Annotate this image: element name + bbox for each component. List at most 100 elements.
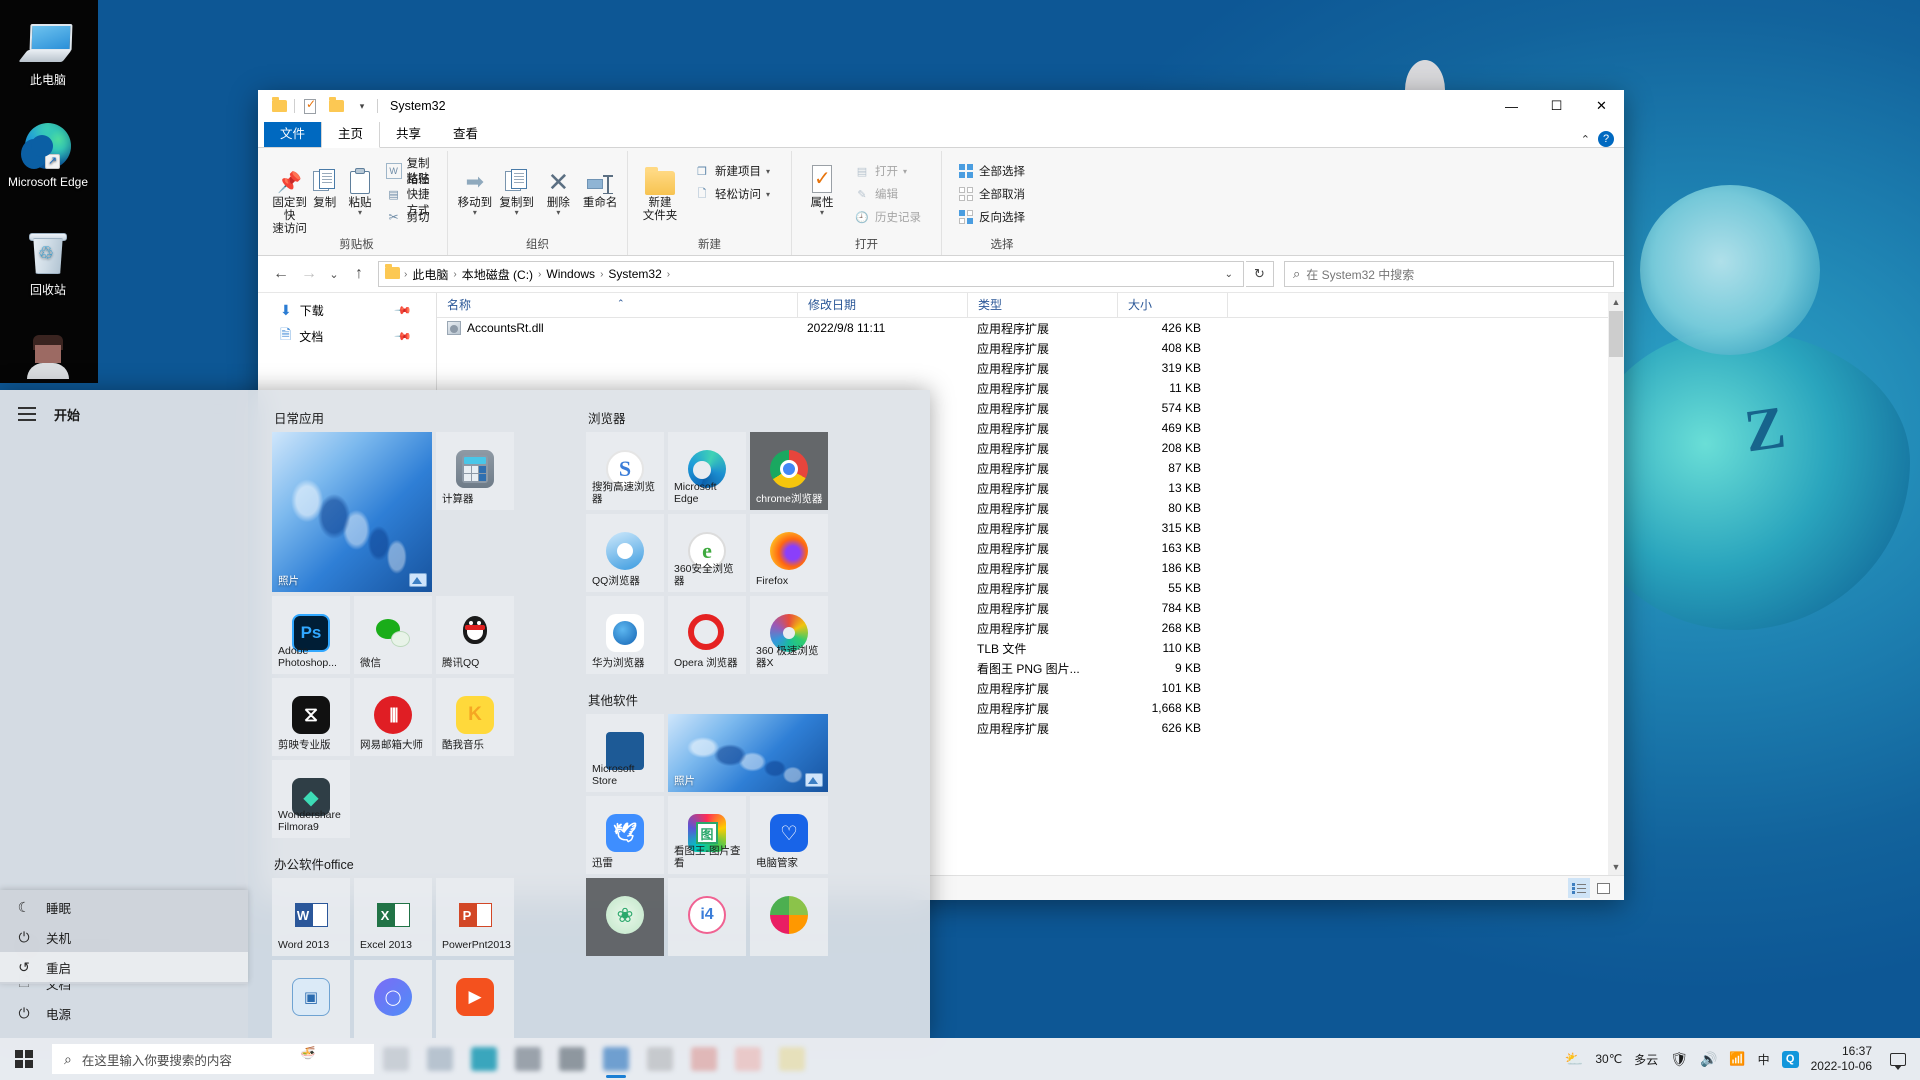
ime-chinese-icon[interactable]: 中 — [1758, 1051, 1770, 1068]
desktop-icon-user[interactable] — [0, 330, 96, 385]
collapse-ribbon-icon[interactable]: ⌃ — [1581, 133, 1590, 146]
wifi-icon[interactable]: 📶 — [1729, 1051, 1745, 1067]
customize-caret-icon[interactable]: ▾ — [349, 94, 375, 118]
start-menu[interactable]: 开始 🗋 文档 ☾ 睡眠 ⏻ 关机 ↺ 重启 ⏻ — [0, 390, 930, 1038]
taskbar-app-9[interactable] — [726, 1038, 770, 1080]
table-row[interactable]: 应用程序扩展 319 KB — [437, 358, 1624, 378]
start-tile[interactable] — [750, 878, 828, 956]
notification-icon[interactable] — [1884, 1052, 1912, 1070]
breadcrumb-dropdown-icon[interactable]: ⌄ — [1219, 269, 1239, 280]
start-tile[interactable]: Microsoft Store — [586, 714, 664, 792]
taskbar-app-3[interactable] — [462, 1038, 506, 1080]
ribbon-tab-bar[interactable]: 文件 主页 共享 查看 ⌃ ? — [258, 121, 1624, 148]
tile-group-title-daily[interactable]: 日常应用 — [274, 408, 572, 426]
chevron-down-icon[interactable]: ▾ — [556, 209, 560, 217]
new-folder-button[interactable]: 新建 文件夹 — [634, 155, 686, 223]
scroll-up-icon[interactable]: ▲ — [1612, 293, 1621, 310]
start-tile[interactable]: e 360安全浏览器 — [668, 514, 746, 592]
column-header-size[interactable]: 大小 — [1117, 293, 1227, 318]
taskbar-app-buttons[interactable] — [374, 1038, 814, 1080]
hamburger-icon[interactable] — [18, 407, 36, 421]
tile-grid-office[interactable]: W Word 2013 X Excel 2013 P PowerPnt2013 ▣ ◯ ▶ — [272, 878, 572, 1038]
start-tile[interactable]: ▶ — [436, 960, 514, 1038]
cut-button[interactable]: ✂ 剪切 — [382, 207, 441, 227]
open-button[interactable]: ▤ 打开 ▾ — [850, 161, 925, 181]
start-tile[interactable]: 计算器 — [436, 432, 514, 510]
start-menu-item-power[interactable]: ⏻ 电源 — [0, 998, 248, 1028]
taskbar-app-8[interactable] — [682, 1038, 726, 1080]
start-tile[interactable]: 图看图王-图片查看 — [668, 796, 746, 874]
start-menu-tiles-panel[interactable]: 日常应用 照片 计算器 Ps Adobe Photoshop... 微信 腾讯QQ ⧖ 剪映专… — [248, 390, 930, 1038]
taskbar-app-1[interactable] — [374, 1038, 418, 1080]
scroll-down-icon[interactable]: ▼ — [1612, 858, 1621, 875]
pin-icon[interactable]: 📌 — [394, 327, 413, 345]
tile-group-title-other[interactable]: 其他软件 — [588, 690, 886, 708]
tab-home[interactable]: 主页 — [321, 121, 381, 148]
folder-icon[interactable] — [266, 94, 292, 118]
chevron-down-icon[interactable]: ▾ — [766, 167, 770, 176]
start-tile[interactable]: 360 极速浏览器X — [750, 596, 828, 674]
start-tile[interactable]: K 酷我音乐 — [436, 678, 514, 756]
up-button[interactable]: ↑ — [346, 261, 372, 287]
tab-view[interactable]: 查看 — [437, 122, 494, 147]
chevron-down-icon[interactable]: ▾ — [766, 190, 770, 199]
taskbar-clock[interactable]: 16:37 2022-10-06 — [1811, 1044, 1872, 1074]
vertical-scrollbar[interactable]: ▲ ▼ — [1608, 293, 1624, 875]
back-button[interactable]: ← — [268, 261, 294, 287]
tab-file[interactable]: 文件 — [264, 122, 322, 147]
start-tile[interactable]: Firefox — [750, 514, 828, 592]
taskbar-app-6[interactable] — [594, 1038, 638, 1080]
breadcrumb-item-2[interactable]: Windows — [542, 267, 599, 281]
table-row[interactable]: AccountsRt.dll 2022/9/8 11:11 应用程序扩展 426 KB — [437, 318, 1624, 338]
start-tile[interactable]: ⧖ 剪映专业版 — [272, 678, 350, 756]
window-controls[interactable]: — ☐ ✕ — [1489, 90, 1624, 122]
start-tile[interactable]: 微信 — [354, 596, 432, 674]
power-option-restart[interactable]: ↺ 重启 — [0, 952, 248, 982]
start-tile[interactable]: Microsoft Edge — [668, 432, 746, 510]
table-row[interactable]: 应用程序扩展 408 KB — [437, 338, 1624, 358]
volume-icon[interactable]: 🔊 — [1700, 1051, 1717, 1068]
start-tile[interactable]: W Word 2013 — [272, 878, 350, 956]
new-item-button[interactable]: ❐ 新建项目 ▾ — [690, 161, 774, 181]
copy-button[interactable]: 复制 — [307, 155, 342, 210]
start-tile[interactable]: i4 — [668, 878, 746, 956]
history-button[interactable]: 🕘 历史记录 — [850, 207, 925, 227]
nav-item-documents[interactable]: 🗎 文档 📌 — [258, 323, 436, 349]
tab-share[interactable]: 共享 — [380, 122, 437, 147]
tile-grid-daily[interactable]: 照片 计算器 Ps Adobe Photoshop... 微信 腾讯QQ ⧖ 剪映专业版 |||… — [272, 432, 572, 838]
qq-tray-icon[interactable]: Q — [1781, 1050, 1799, 1068]
large-icons-view-button[interactable] — [1592, 878, 1614, 898]
power-flyout-menu[interactable]: ☾ 睡眠 ⏻ 关机 ↺ 重启 — [0, 890, 248, 984]
taskbar-app-2[interactable] — [418, 1038, 462, 1080]
breadcrumb[interactable]: › 此电脑 › 本地磁盘 (C:) › Windows › System32 ›… — [378, 261, 1244, 287]
start-tile[interactable]: ◯ — [354, 960, 432, 1038]
chevron-down-icon[interactable]: ▾ — [358, 209, 362, 217]
power-option-sleep[interactable]: ☾ 睡眠 — [0, 892, 248, 922]
paste-button[interactable]: 粘贴 ▾ — [342, 155, 377, 217]
delete-button[interactable]: ✕ 删除 ▾ — [538, 155, 580, 217]
partly-cloudy-icon[interactable]: ⛅ — [1565, 1050, 1584, 1068]
start-menu-header[interactable]: 开始 — [0, 390, 248, 438]
start-menu-left-rail[interactable]: 开始 🗋 文档 ☾ 睡眠 ⏻ 关机 ↺ 重启 ⏻ — [0, 390, 248, 1038]
desktop-icon-recycle-bin[interactable]: ♲ 回收站 — [0, 228, 96, 298]
select-all-button[interactable]: 全部选择 — [954, 161, 1029, 181]
invert-selection-button[interactable]: 反向选择 — [954, 207, 1029, 227]
taskbar-app-5[interactable] — [550, 1038, 594, 1080]
easy-access-button[interactable]: 🗋 轻松访问 ▾ — [690, 184, 774, 204]
start-tile[interactable]: ▣ — [272, 960, 350, 1038]
start-tile[interactable]: Opera 浏览器 — [668, 596, 746, 674]
copy-to-button[interactable]: 复制到 ▾ — [496, 155, 538, 217]
close-button[interactable]: ✕ — [1579, 90, 1624, 122]
recent-locations-button[interactable]: ⌄ — [324, 261, 344, 287]
breadcrumb-item-0[interactable]: 此电脑 — [408, 266, 452, 283]
taskbar[interactable]: ⌕ 在这里输入你要搜索的内容 🍜 ⛅ 30℃ 多云 🛡 🔊 📶 中 Q 16:3… — [0, 1038, 1920, 1080]
minimize-button[interactable]: — — [1489, 90, 1534, 122]
start-tile[interactable]: 腾讯QQ — [436, 596, 514, 674]
start-tile[interactable]: 华为浏览器 — [586, 596, 664, 674]
system-tray[interactable]: ⛅ 30℃ 多云 🛡 🔊 📶 中 Q 16:37 2022-10-06 — [1565, 1044, 1920, 1074]
start-tile[interactable]: P PowerPnt2013 — [436, 878, 514, 956]
chevron-down-icon[interactable]: ▾ — [473, 209, 477, 217]
start-tile[interactable]: Ps Adobe Photoshop... — [272, 596, 350, 674]
start-tile[interactable]: QQ浏览器 — [586, 514, 664, 592]
tile-group-title-browsers[interactable]: 浏览器 — [588, 408, 886, 426]
